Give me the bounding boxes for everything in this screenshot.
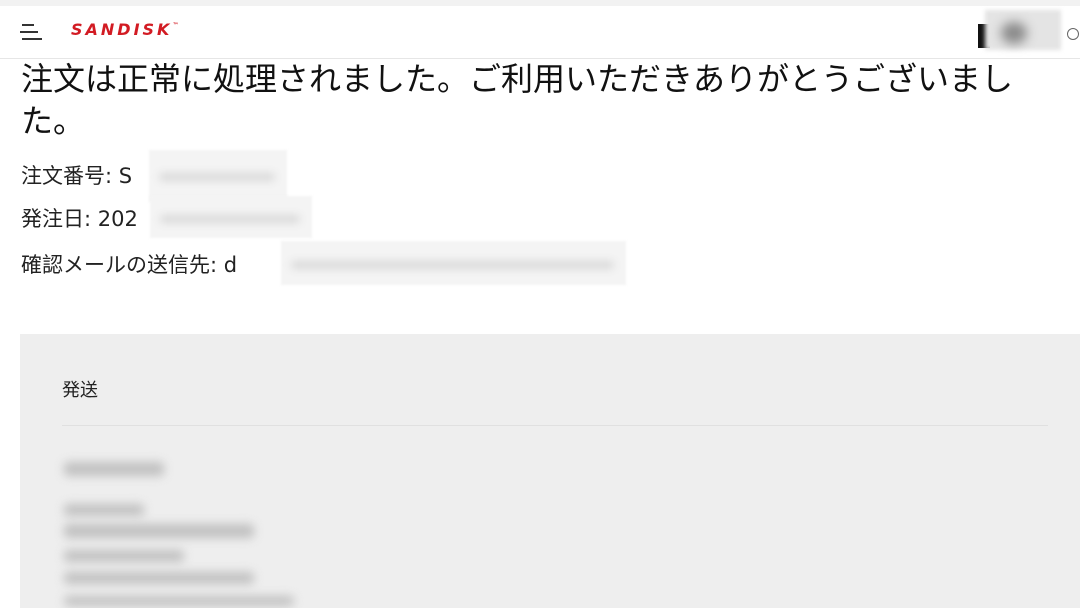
redacted-address-line — [64, 596, 294, 606]
order-date-label: 発注日: — [21, 207, 98, 231]
trademark: ™ — [172, 22, 179, 29]
redacted-address-line — [64, 550, 184, 562]
menu-icon[interactable] — [18, 18, 46, 44]
redacted-address-line — [64, 504, 144, 516]
shipping-panel: 発送 — [20, 334, 1080, 608]
order-number-row: 注文番号: S — [21, 162, 132, 190]
email-label: 確認メールの送信先: — [21, 253, 224, 277]
order-date-value: 202 — [97, 207, 138, 231]
order-confirmation-page: SANDISK™ 注文は正常に処理されました。ご利用いただきありがとうございまし… — [0, 0, 1080, 608]
order-number-label: 注文番号: — [21, 164, 119, 188]
confirmation-title: 注文は正常に処理されました。ご利用いただきありがとうございました。 — [21, 60, 1014, 140]
redacted-address-line — [64, 524, 254, 538]
redacted-order-number — [149, 150, 287, 202]
email-row: 確認メールの送信先: d — [21, 251, 237, 279]
sandisk-logo[interactable]: SANDISK™ — [71, 20, 178, 40]
redacted-address-line — [64, 572, 254, 584]
order-date-row: 発注日: 202 — [21, 205, 138, 233]
email-value: d — [223, 253, 238, 277]
avatar[interactable] — [985, 10, 1061, 50]
shipping-title: 発送 — [62, 380, 98, 401]
redacted-shipping-name — [64, 462, 164, 476]
redacted-email — [281, 241, 626, 285]
redacted-order-date — [150, 196, 312, 238]
order-number-value: S — [118, 164, 133, 188]
site-header: SANDISK™ — [0, 6, 1080, 59]
search-icon[interactable] — [1067, 28, 1079, 40]
divider — [62, 425, 1048, 426]
brand-name: SANDISK — [71, 20, 173, 39]
